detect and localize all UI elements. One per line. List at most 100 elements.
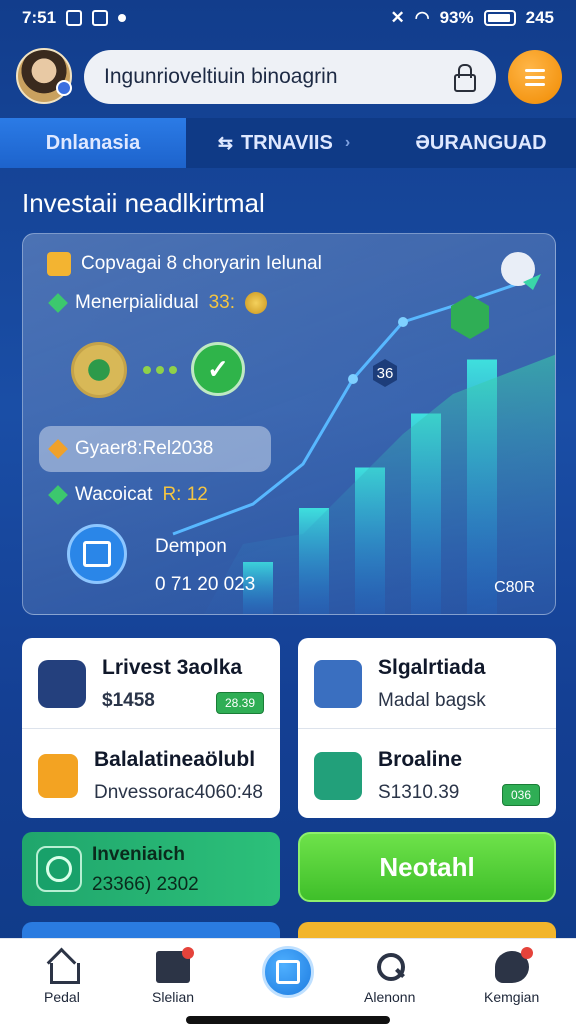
stack-icon	[38, 754, 78, 798]
goal-pill-text: Gyaer8:Rel2038	[75, 438, 214, 459]
home-icon	[45, 951, 80, 984]
tab-label: ƏURANGUAD	[415, 131, 547, 154]
card-icon	[169, 366, 177, 374]
hero-row-2-value: 33:	[208, 292, 235, 313]
nav-chat-label: Kemgian	[484, 989, 540, 1005]
balance-sub: Dnvessorac4060:48	[94, 782, 263, 803]
balance-row[interactable]: Balalatineaölubl Dnvessorac4060:48	[22, 748, 280, 804]
broaline-value: S1310.39	[378, 782, 460, 803]
notification-dot	[182, 947, 195, 959]
coin-icon	[245, 292, 267, 314]
hex-label: 36	[377, 365, 394, 382]
balance-title: Balalatineaölubl	[94, 748, 256, 771]
menu-line	[525, 75, 545, 79]
tab-label: Dnlanasia	[45, 131, 141, 154]
hero-row-1-text: Copvagai 8 choryarin Ielunal	[81, 253, 322, 274]
area-fill	[204, 354, 555, 614]
diamond-icon	[48, 439, 68, 459]
nav-search-label: Alenonn	[364, 989, 416, 1005]
menu-line	[525, 82, 545, 86]
chat-icon	[494, 947, 533, 983]
status-time: 7:51	[22, 8, 57, 27]
camera-icon	[38, 660, 86, 708]
invest-title: Lrivest 3aolka	[102, 656, 243, 679]
invest-badge: 28.39	[216, 692, 265, 714]
chart-point	[348, 374, 358, 384]
avatar-badge-icon	[56, 80, 72, 96]
investment-value: 23366) 2302	[92, 874, 199, 895]
center-action-button[interactable]	[262, 946, 314, 998]
divider	[298, 728, 556, 729]
card-icon	[156, 366, 164, 374]
investment-title: Inveniaich	[92, 844, 185, 865]
calendar-button[interactable]	[67, 524, 127, 584]
search-icon	[373, 951, 407, 983]
section-title: Investaii neadlkirtmal	[22, 188, 265, 218]
target-badge-icon	[451, 295, 489, 339]
document-icon	[314, 660, 362, 708]
report-title: Dempon	[155, 536, 227, 557]
network-speed: 245	[525, 8, 554, 27]
app-header: Ingunrioveltiuin binoagrin	[0, 40, 576, 116]
nav-chat[interactable]: Kemgian	[484, 947, 540, 1005]
hero-row-1: Copvagai 8 choryarin Ielunal	[47, 252, 322, 276]
tab-dnlanasia[interactable]: Dnlanasia	[0, 118, 186, 168]
tab-auranguad[interactable]: ƏURANGUAD	[386, 118, 576, 168]
broaline-badge: 036	[502, 784, 541, 806]
menu-button[interactable]	[508, 50, 562, 104]
search-bar[interactable]: Ingunrioveltiuin binoagrin	[84, 50, 496, 104]
chevron-right-icon: ›	[344, 134, 351, 151]
hamburger-menu-icon	[525, 68, 545, 72]
card-text: Broaline S1310.39	[378, 748, 462, 804]
cta-button[interactable]: Neotahl	[298, 832, 556, 902]
dot-icon	[118, 14, 127, 22]
gear-coin-icon	[71, 342, 127, 398]
status-bar: 7:51 ✕ ◠ 93% 245	[0, 0, 576, 36]
notification-dot	[520, 947, 533, 959]
battery-percent: 93%	[439, 8, 474, 27]
diamond-icon	[48, 293, 68, 313]
tab-bar: Dnlanasia ⇆ TRNAVIIS › ƏURANGUAD	[0, 118, 576, 168]
gallery-icon	[66, 10, 83, 26]
hero-card[interactable]: 36 Copvagai 8 choryarin Ielunal Menerpia…	[22, 233, 556, 615]
lock-icon[interactable]	[454, 64, 476, 92]
nav-search[interactable]: Alenonn	[364, 951, 415, 1005]
notification-icon	[92, 10, 109, 26]
nav-shop[interactable]: Slelian	[152, 947, 195, 1005]
nav-shop-label: Slelian	[152, 989, 195, 1005]
hero-row-4: Wacoicat R: 12	[48, 484, 208, 506]
battery-icon	[483, 10, 516, 26]
home-indicator	[186, 1016, 390, 1024]
check-icon: ✓	[191, 342, 245, 396]
wifi-icon: ◠	[414, 8, 430, 27]
hero-row-4-value: R: 12	[162, 484, 208, 505]
dots-icon	[143, 366, 177, 374]
goal-pill[interactable]: Gyaer8:Rel2038	[39, 426, 271, 472]
card-signal-broaline[interactable]: Slgalrtiada Madal bagsk Broaline S1310.3…	[298, 638, 556, 818]
tab-trnaviis[interactable]: ⇆ TRNAVIIS ›	[186, 118, 386, 168]
hero-row-4-label: Wacoicat	[75, 484, 153, 505]
shop-icon	[156, 947, 195, 983]
signal-row[interactable]: Slgalrtiada Madal bagsk	[298, 656, 556, 712]
mute-icon: ✕	[390, 8, 405, 27]
wallet-icon	[314, 752, 362, 800]
hero-row-2-label: Menerpialidual	[75, 292, 199, 313]
signal-title: Slgalrtiada	[378, 656, 486, 679]
card-text: Balalatineaölubl Dnvessorac4060:48	[94, 748, 263, 804]
signal-sub: Madal bagsk	[378, 690, 486, 711]
report-date: 0 71 20 023	[155, 574, 256, 595]
card-icon	[143, 366, 151, 374]
investment-card[interactable]: Inveniaich 23366) 2302	[22, 832, 280, 906]
broaline-title: Broaline	[378, 748, 463, 771]
divider	[22, 728, 280, 729]
hero-row-2: Menerpialidual 33:	[48, 292, 267, 314]
briefcase-icon	[47, 252, 71, 276]
hero-chip: C80R	[494, 579, 535, 596]
chart-point	[398, 317, 408, 327]
search-input[interactable]: Ingunrioveltiuin binoagrin	[104, 65, 454, 89]
nav-home-label: Pedal	[44, 989, 80, 1005]
tab-label: TRNAVIIS	[240, 131, 333, 154]
card-invest-balance[interactable]: Lrivest 3aolka $1458 28.39 Balalatineaöl…	[22, 638, 280, 818]
diamond-icon	[48, 485, 68, 505]
nav-home[interactable]: Pedal	[44, 951, 80, 1005]
